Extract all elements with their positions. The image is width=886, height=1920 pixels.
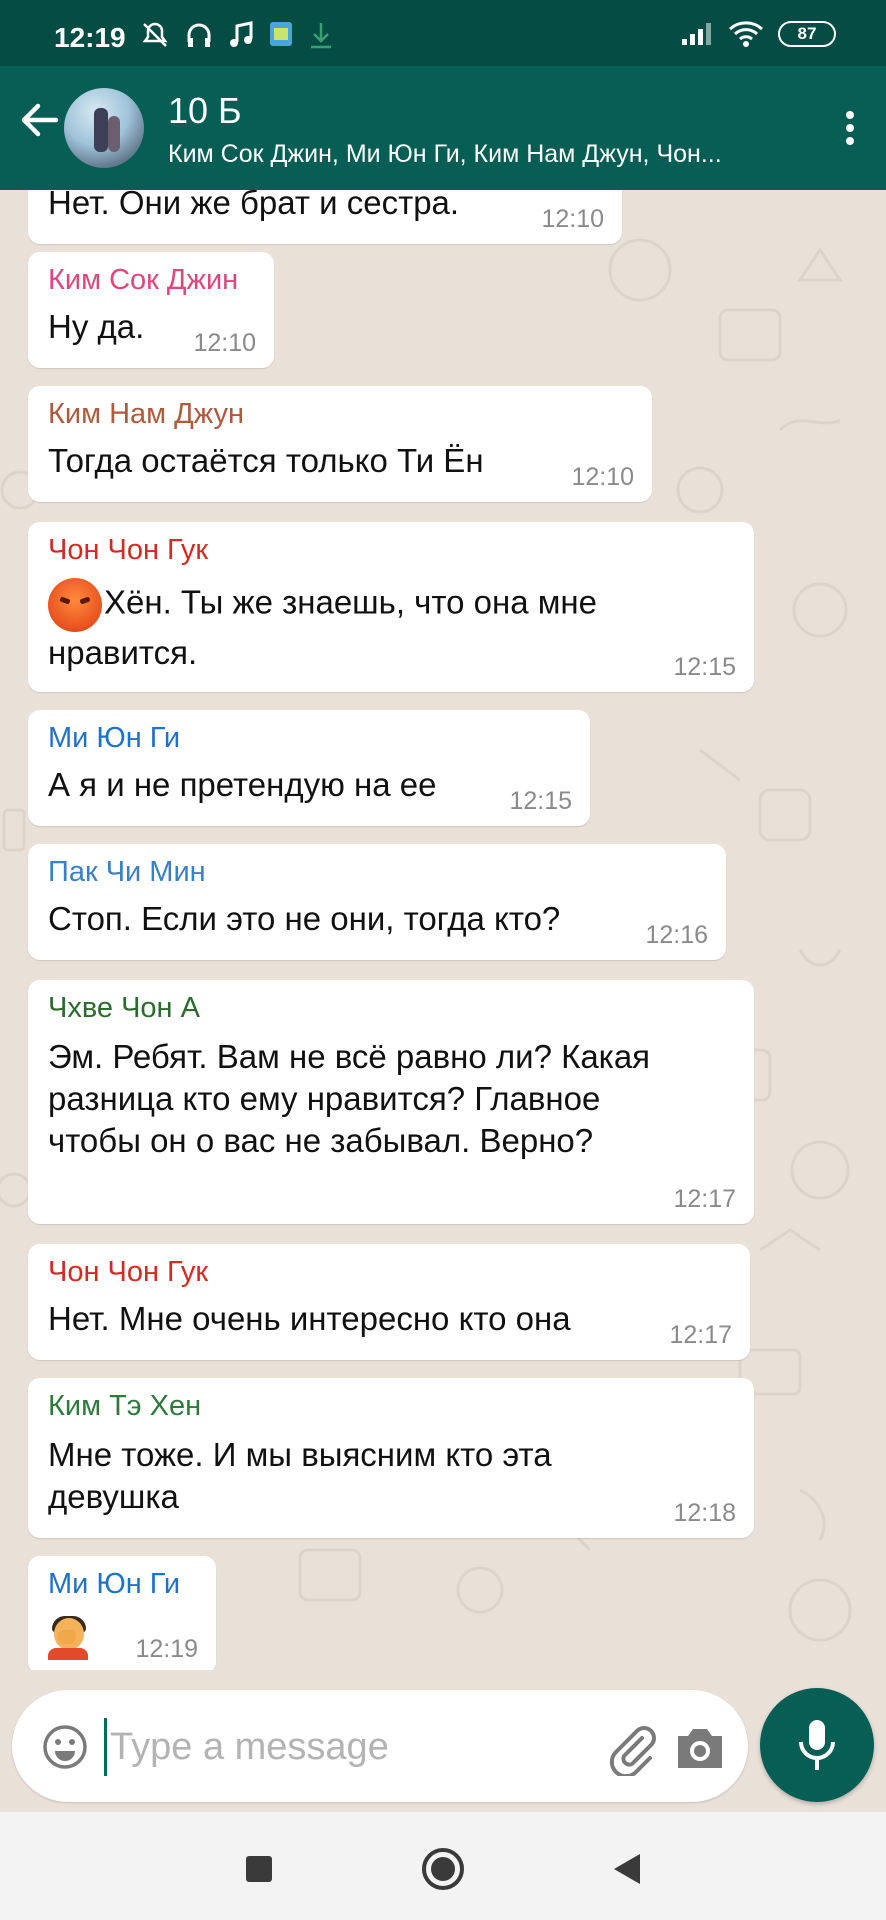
message-time: 12:16 xyxy=(645,921,708,949)
download-icon xyxy=(311,23,331,49)
back-button[interactable] xyxy=(18,98,68,158)
message-time: 12:17 xyxy=(673,1185,736,1213)
message-input[interactable] xyxy=(108,1718,592,1776)
message-bubble[interactable]: Пак Чи Мин Стоп. Если это не они, тогда … xyxy=(28,844,726,960)
camera-icon xyxy=(678,1729,722,1768)
facepalm-emoji xyxy=(48,1616,88,1660)
message-list[interactable]: Нет. Они же брат и сестра. 12:10 Ким Сок… xyxy=(0,190,886,1670)
message-text xyxy=(48,1616,88,1670)
angry-face-emoji xyxy=(48,578,102,632)
message-time: 12:19 xyxy=(135,1635,198,1663)
paperclip-icon xyxy=(609,1726,656,1779)
message-time: 12:10 xyxy=(193,329,256,357)
message-bubble[interactable]: Ми Юн Ги А я и не претендую на ее 12:15 xyxy=(28,710,590,826)
wifi-icon xyxy=(729,21,763,47)
arrow-left-icon xyxy=(21,103,59,137)
message-text: Хён. Ты же знаешь, что она мне нравится. xyxy=(48,578,648,674)
message-time: 12:15 xyxy=(673,653,736,681)
camera-button[interactable] xyxy=(674,1724,726,1772)
message-text: Тогда остаётся только Ти Ён xyxy=(48,442,484,479)
message-bubble[interactable]: Ким Сок Джин Ну да. 12:10 xyxy=(28,252,274,368)
message-time: 12:18 xyxy=(673,1499,736,1527)
sender-name[interactable]: Ким Сок Джин xyxy=(48,264,238,297)
message-bubble[interactable]: Нет. Они же брат и сестра. 12:10 xyxy=(28,190,622,244)
signal-icon xyxy=(682,23,711,45)
sender-name[interactable]: Ким Тэ Хен xyxy=(48,1390,201,1423)
message-bubble[interactable]: Ким Тэ Хен Мне тоже. И мы выясним кто эт… xyxy=(28,1378,754,1538)
sender-name[interactable]: Ким Нам Джун xyxy=(48,398,244,431)
message-text: А я и не претендую на ее xyxy=(48,766,437,803)
message-composer xyxy=(12,1690,748,1802)
text-cursor xyxy=(104,1718,107,1776)
status-icons-right: 87 xyxy=(680,20,836,48)
attach-button[interactable] xyxy=(604,1720,660,1779)
message-text: Эм. Ребят. Вам не всё равно ли? Какая ра… xyxy=(48,1038,651,1159)
battery-icon: 87 xyxy=(778,21,836,47)
message-bubble[interactable]: Чон Чон Гук Хён. Ты же знаешь, что она м… xyxy=(28,522,754,692)
home-button[interactable] xyxy=(420,1846,466,1892)
more-vert-icon xyxy=(846,111,854,119)
chat-participants[interactable]: Ким Сок Джин, Ми Юн Ги, Ким Нам Джун, Чо… xyxy=(168,140,768,169)
sender-name[interactable]: Ми Юн Ги xyxy=(48,722,180,755)
music-icon xyxy=(230,21,253,47)
status-bar: 12:19 87 xyxy=(0,0,886,66)
message-bubble[interactable]: Чон Чон Гук Нет. Мне очень интересно кто… xyxy=(28,1244,750,1360)
mute-icon xyxy=(142,22,168,47)
message-bubble[interactable]: Ми Юн Ги 12:19 xyxy=(28,1556,216,1670)
headphones-icon xyxy=(187,23,211,47)
message-bubble[interactable]: Чхве Чон А Эм. Ребят. Вам не всё равно л… xyxy=(28,980,754,1224)
message-text: Стоп. Если это не они, тогда кто? xyxy=(48,900,561,937)
message-time: 12:10 xyxy=(571,463,634,491)
sender-name[interactable]: Чон Чон Гук xyxy=(48,534,208,567)
voice-message-button[interactable] xyxy=(760,1688,874,1802)
status-icons-left xyxy=(140,20,334,50)
message-time: 12:10 xyxy=(541,205,604,233)
message-text: Нет. Мне очень интересно кто она xyxy=(48,1300,571,1337)
sender-name[interactable]: Пак Чи Мин xyxy=(48,856,206,889)
sender-name[interactable]: Чхве Чон А xyxy=(48,992,200,1025)
message-text: Мне тоже. И мы выясним кто эта девушка xyxy=(48,1436,552,1515)
message-bubble[interactable]: Ким Нам Джун Тогда остаётся только Ти Ён… xyxy=(28,386,652,502)
recents-button[interactable] xyxy=(246,1856,272,1882)
microphone-icon xyxy=(799,1720,835,1770)
sender-name[interactable]: Ми Юн Ги xyxy=(48,1568,180,1601)
smiley-icon xyxy=(43,1725,87,1769)
message-text: Ну да. xyxy=(48,308,145,345)
more-options-button[interactable] xyxy=(840,106,860,156)
message-text: Нет. Они же брат и сестра. xyxy=(48,190,460,221)
back-nav-button[interactable] xyxy=(608,1850,644,1888)
emoji-button[interactable] xyxy=(42,1724,88,1770)
message-time: 12:15 xyxy=(509,787,572,815)
chat-title[interactable]: 10 Б xyxy=(168,90,242,132)
message-text-content: Хён. Ты же знаешь, что она мне нравится. xyxy=(48,583,598,671)
message-time: 12:17 xyxy=(669,1321,732,1349)
group-avatar[interactable] xyxy=(64,88,144,168)
app-icon xyxy=(270,22,292,46)
status-time: 12:19 xyxy=(54,22,126,53)
system-navigation-bar xyxy=(0,1812,886,1920)
chat-header: 10 Б Ким Сок Джин, Ми Юн Ги, Ким Нам Джу… xyxy=(0,66,886,190)
sender-name[interactable]: Чон Чон Гук xyxy=(48,1256,208,1289)
